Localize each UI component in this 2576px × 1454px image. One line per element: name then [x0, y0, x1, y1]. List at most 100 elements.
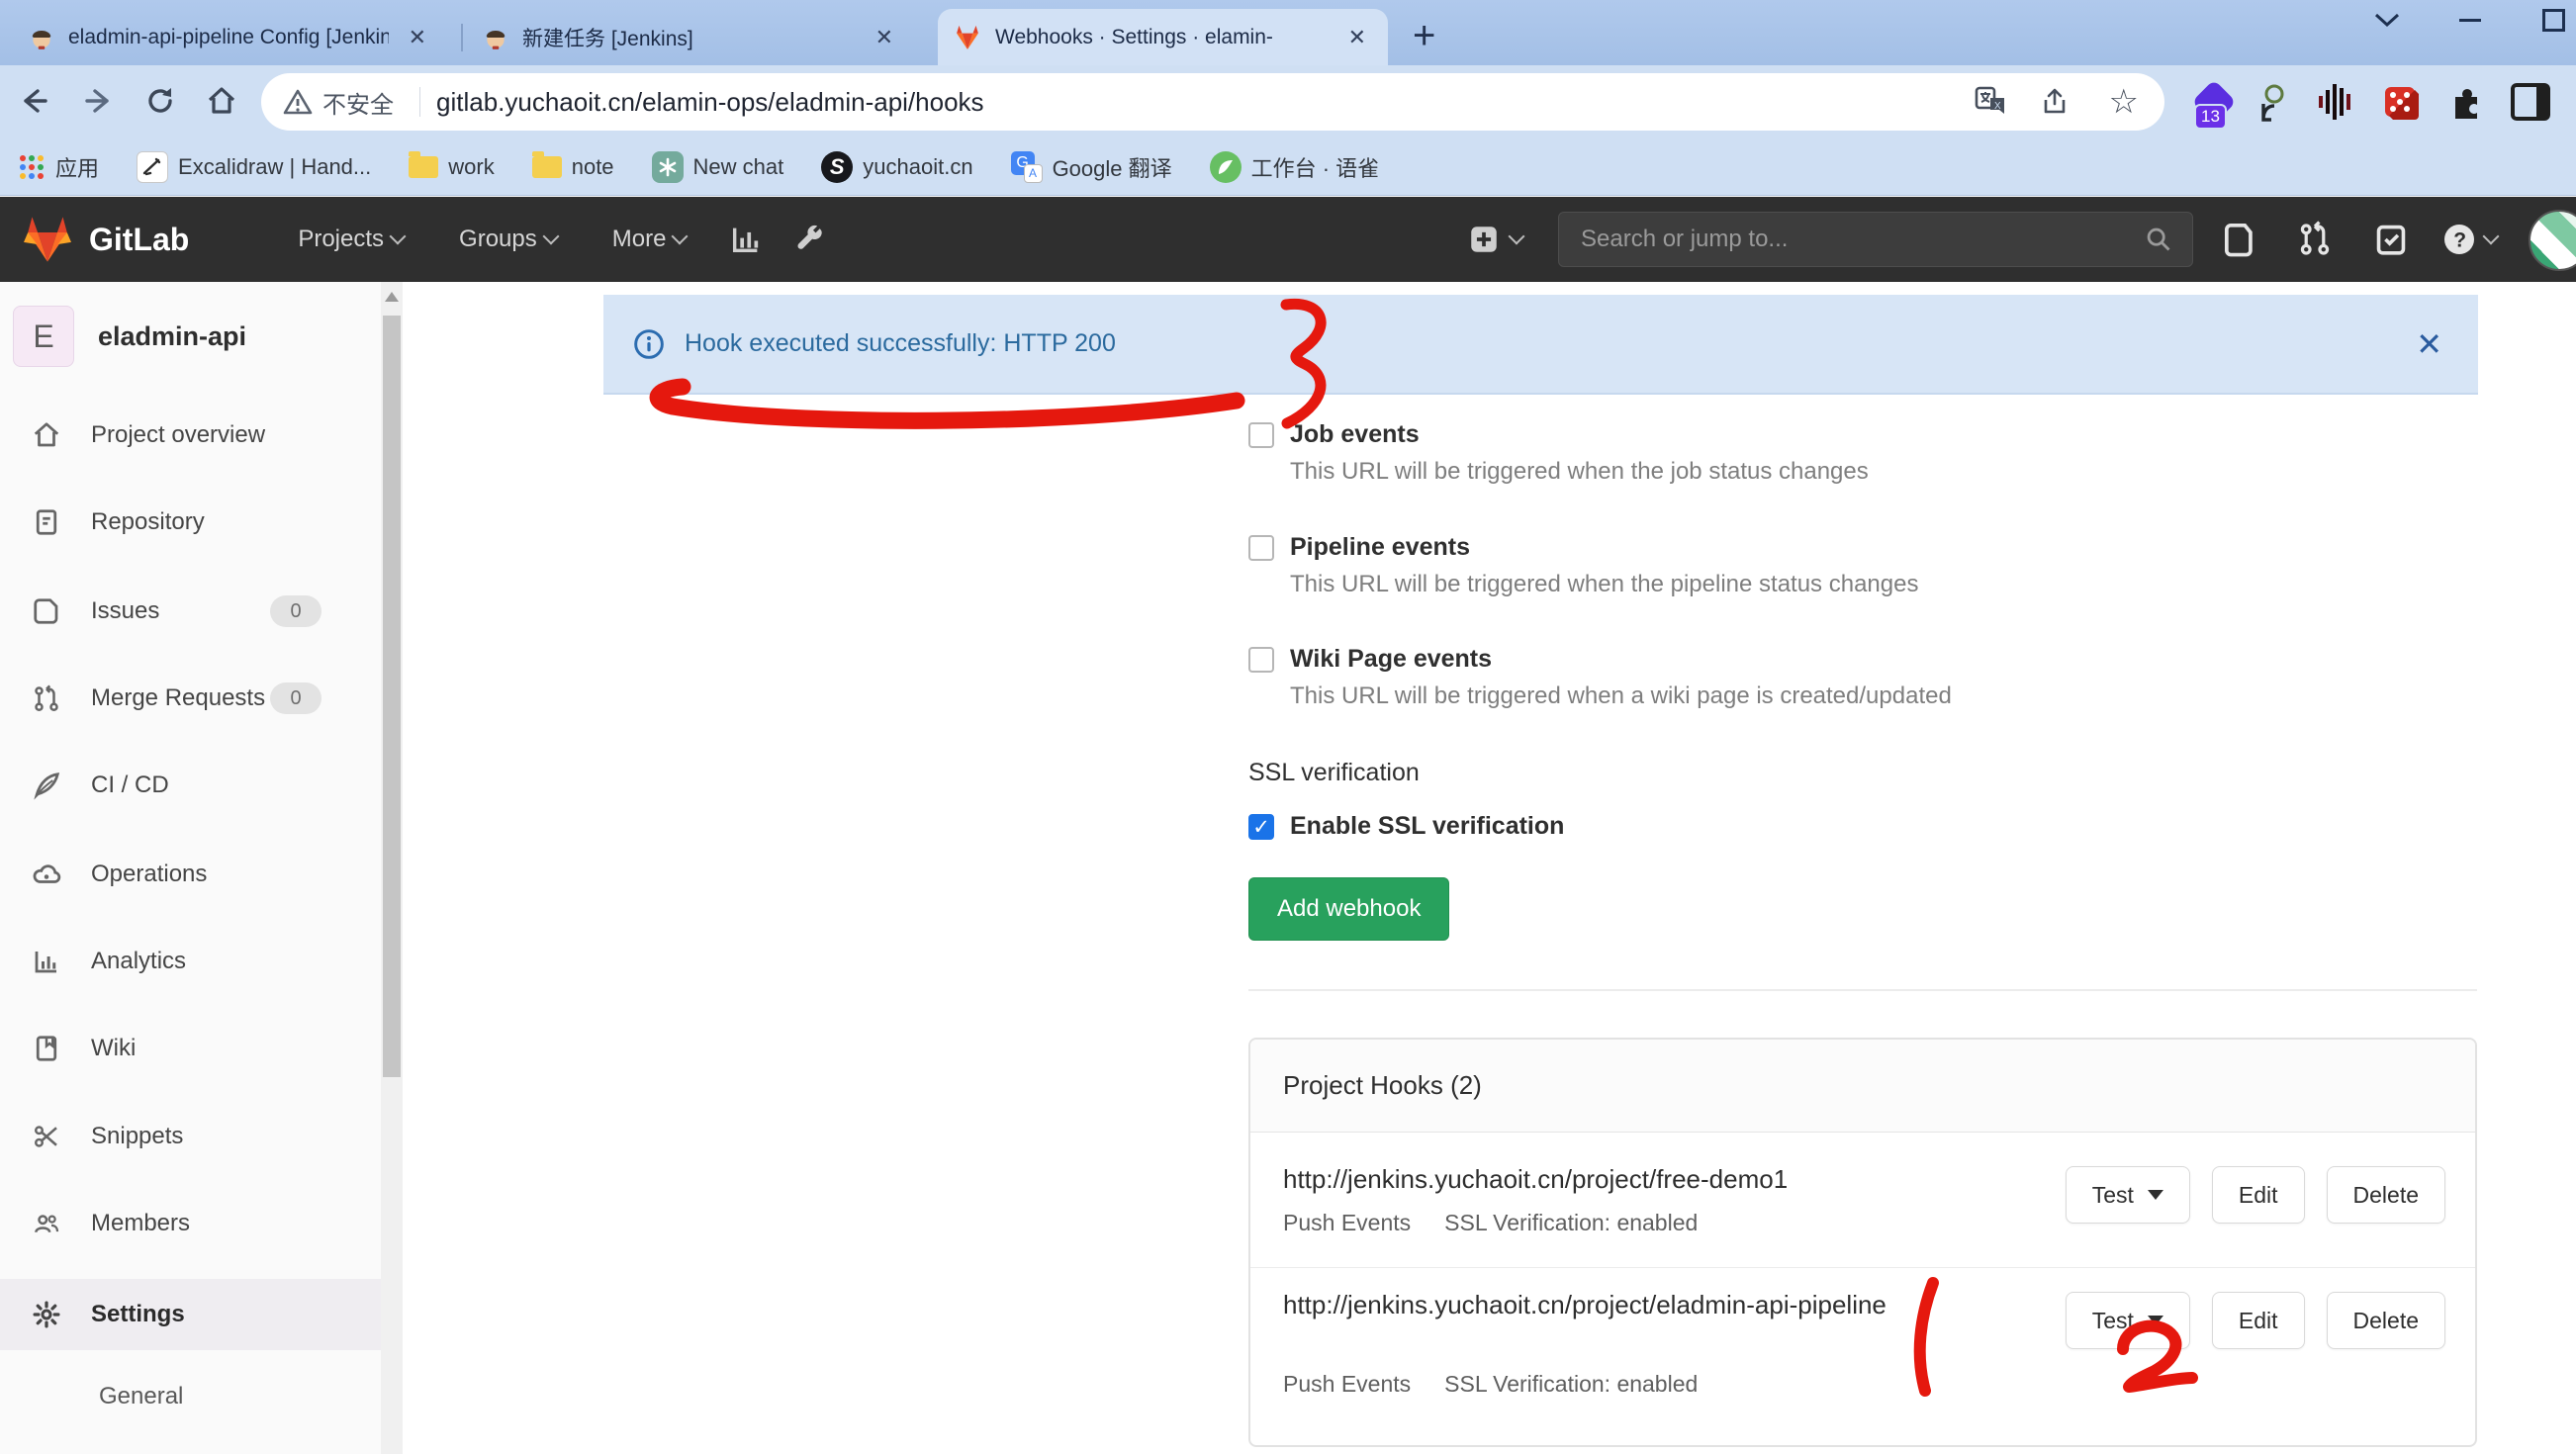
hook-ssl-status: SSL Verification: enabled	[1444, 1210, 1698, 1236]
security-warning-icon[interactable]	[283, 88, 313, 116]
url-text[interactable]: gitlab.yuchaoit.cn/elamin-ops/eladmin-ap…	[436, 87, 984, 118]
activity-chart-icon[interactable]	[729, 223, 763, 256]
sidebar-item-wiki[interactable]: Wiki	[0, 1019, 381, 1078]
url-divider	[419, 87, 420, 117]
wiki-page-events-checkbox[interactable]	[1248, 647, 1274, 673]
scroll-up-arrow-icon[interactable]	[385, 292, 399, 302]
bookmark-note-folder[interactable]: note	[532, 154, 614, 180]
bookmark-yuque[interactable]: 工作台 · 语雀	[1210, 151, 1380, 183]
chevron-down-icon	[2483, 228, 2500, 245]
ci-cd-icon	[30, 771, 63, 800]
extension-waveform-icon[interactable]	[2317, 82, 2356, 122]
gitlab-brand[interactable]: GitLab	[89, 222, 189, 258]
sidebar-item-merge-requests[interactable]: Merge Requests 0	[0, 669, 381, 728]
svg-text:?: ?	[2453, 229, 2466, 252]
tab-close-icon[interactable]: ✕	[1342, 25, 1372, 50]
bookmark-excalidraw[interactable]: Excalidraw | Hand...	[137, 151, 371, 183]
home-icon	[30, 420, 63, 450]
search-input[interactable]	[1579, 225, 2145, 254]
folder-icon	[409, 156, 438, 178]
add-webhook-button[interactable]: Add webhook	[1248, 877, 1449, 941]
bookmark-apps[interactable]: 应用	[18, 151, 99, 183]
menu-groups[interactable]: Groups	[459, 226, 557, 253]
gitlab-search[interactable]	[1558, 212, 2193, 267]
extension-purple-icon[interactable]: 13	[2198, 86, 2230, 118]
job-events-checkbox[interactable]	[1248, 422, 1274, 448]
edit-button[interactable]: Edit	[2212, 1166, 2305, 1224]
new-menu-plus-icon[interactable]	[1467, 223, 1522, 256]
extensions-area: 13	[2198, 75, 2576, 129]
menu-more[interactable]: More	[612, 226, 687, 253]
tab-title: 新建任务 [Jenkins]	[522, 23, 856, 52]
sidebar-item-project-overview[interactable]: Project overview	[0, 406, 381, 465]
user-avatar[interactable]	[2529, 210, 2576, 271]
reload-icon[interactable]	[133, 73, 188, 129]
bookmark-yuchaoit[interactable]: S yuchaoit.cn	[821, 151, 972, 183]
scrollbar-thumb[interactable]	[383, 316, 401, 1077]
hook-url: http://jenkins.yuchaoit.cn/project/eladm…	[1283, 1284, 1936, 1325]
security-label[interactable]: 不安全	[322, 85, 394, 120]
success-alert-banner: Hook executed successfully: HTTP 200 ✕	[603, 295, 2478, 395]
tab-jenkins-config[interactable]: eladmin-api-pipeline Config [Jenkins] ✕	[13, 9, 448, 65]
bookmark-star-icon[interactable]: ☆	[2109, 85, 2139, 119]
project-header[interactable]: E eladmin-api	[13, 306, 246, 367]
back-icon[interactable]	[6, 73, 61, 129]
main-content: Hook executed successfully: HTTP 200 ✕ J…	[403, 282, 2576, 1454]
bookmark-google-translate[interactable]: G A Google 翻译	[1011, 151, 1172, 183]
sidebar-item-ci-cd[interactable]: CI / CD	[0, 756, 381, 815]
help-icon[interactable]: ?	[2441, 222, 2497, 257]
scissors-icon	[30, 1122, 63, 1151]
sidebar-item-members[interactable]: Members	[0, 1194, 381, 1253]
sidebar-scrollbar[interactable]	[381, 282, 403, 1454]
sidebar-item-snippets[interactable]: Snippets	[0, 1107, 381, 1166]
chevron-down-icon	[390, 228, 407, 245]
gear-icon	[30, 1300, 63, 1329]
sidebar-item-operations[interactable]: Operations	[0, 845, 381, 904]
extensions-puzzle-icon[interactable]	[2447, 83, 2485, 121]
admin-wrench-icon[interactable]	[792, 223, 826, 256]
test-button[interactable]: Test	[2066, 1166, 2190, 1224]
window-maximize-button[interactable]	[2530, 0, 2576, 40]
edit-button[interactable]: Edit	[2212, 1292, 2305, 1349]
tab-close-icon[interactable]: ✕	[870, 25, 899, 50]
merge-requests-shortcut-icon[interactable]	[2297, 221, 2333, 258]
window-minimize-button[interactable]	[2447, 0, 2493, 40]
merge-requests-count-badge: 0	[270, 682, 322, 714]
sidebar-item-analytics[interactable]: Analytics	[0, 932, 381, 991]
extension-person-icon[interactable]	[2255, 82, 2291, 122]
merge-request-icon	[30, 683, 63, 713]
menu-projects[interactable]: Projects	[298, 226, 404, 253]
chevron-down-icon	[1509, 228, 1525, 245]
address-bar[interactable]: 不安全 gitlab.yuchaoit.cn/elamin-ops/eladmi…	[261, 73, 2164, 131]
issues-shortcut-icon[interactable]	[2224, 221, 2257, 258]
share-icon[interactable]	[2040, 86, 2073, 118]
tab-jenkins-new-task[interactable]: 新建任务 [Jenkins] ✕	[467, 9, 915, 65]
sidebar-item-repository[interactable]: Repository	[0, 493, 381, 552]
sidebar-item-issues[interactable]: Issues 0	[0, 582, 381, 641]
tab-gitlab-webhooks[interactable]: Webhooks · Settings · elamin- ✕	[938, 9, 1388, 65]
forward-icon[interactable]	[71, 73, 127, 129]
tab-close-icon[interactable]: ✕	[403, 25, 432, 50]
book-icon	[30, 1034, 63, 1063]
caret-down-icon	[2148, 1316, 2163, 1325]
gitlab-logo-icon[interactable]	[22, 216, 73, 263]
side-panel-icon[interactable]	[2511, 83, 2550, 121]
delete-button[interactable]: Delete	[2327, 1292, 2445, 1349]
enable-ssl-checkbox[interactable]: ✓	[1248, 814, 1274, 840]
bookmark-work-folder[interactable]: work	[409, 154, 494, 180]
bookmark-new-chat[interactable]: New chat	[652, 151, 784, 183]
sidebar-item-settings[interactable]: Settings	[0, 1279, 381, 1350]
translate-icon[interactable]: X	[1975, 86, 2008, 118]
tab-search-chevron-icon[interactable]	[2364, 0, 2410, 40]
home-icon[interactable]	[194, 73, 249, 129]
test-button[interactable]: Test	[2066, 1292, 2190, 1349]
search-icon	[2145, 226, 2172, 253]
pipeline-events-checkbox[interactable]	[1248, 535, 1274, 561]
extension-dice-icon[interactable]	[2382, 82, 2422, 122]
alert-close-icon[interactable]: ✕	[2416, 325, 2442, 363]
sidebar-subitem-general[interactable]: General	[99, 1383, 183, 1410]
new-tab-button[interactable]: +	[1413, 12, 1435, 59]
caret-down-icon	[2148, 1190, 2163, 1200]
todos-shortcut-icon[interactable]	[2374, 222, 2408, 257]
delete-button[interactable]: Delete	[2327, 1166, 2445, 1224]
